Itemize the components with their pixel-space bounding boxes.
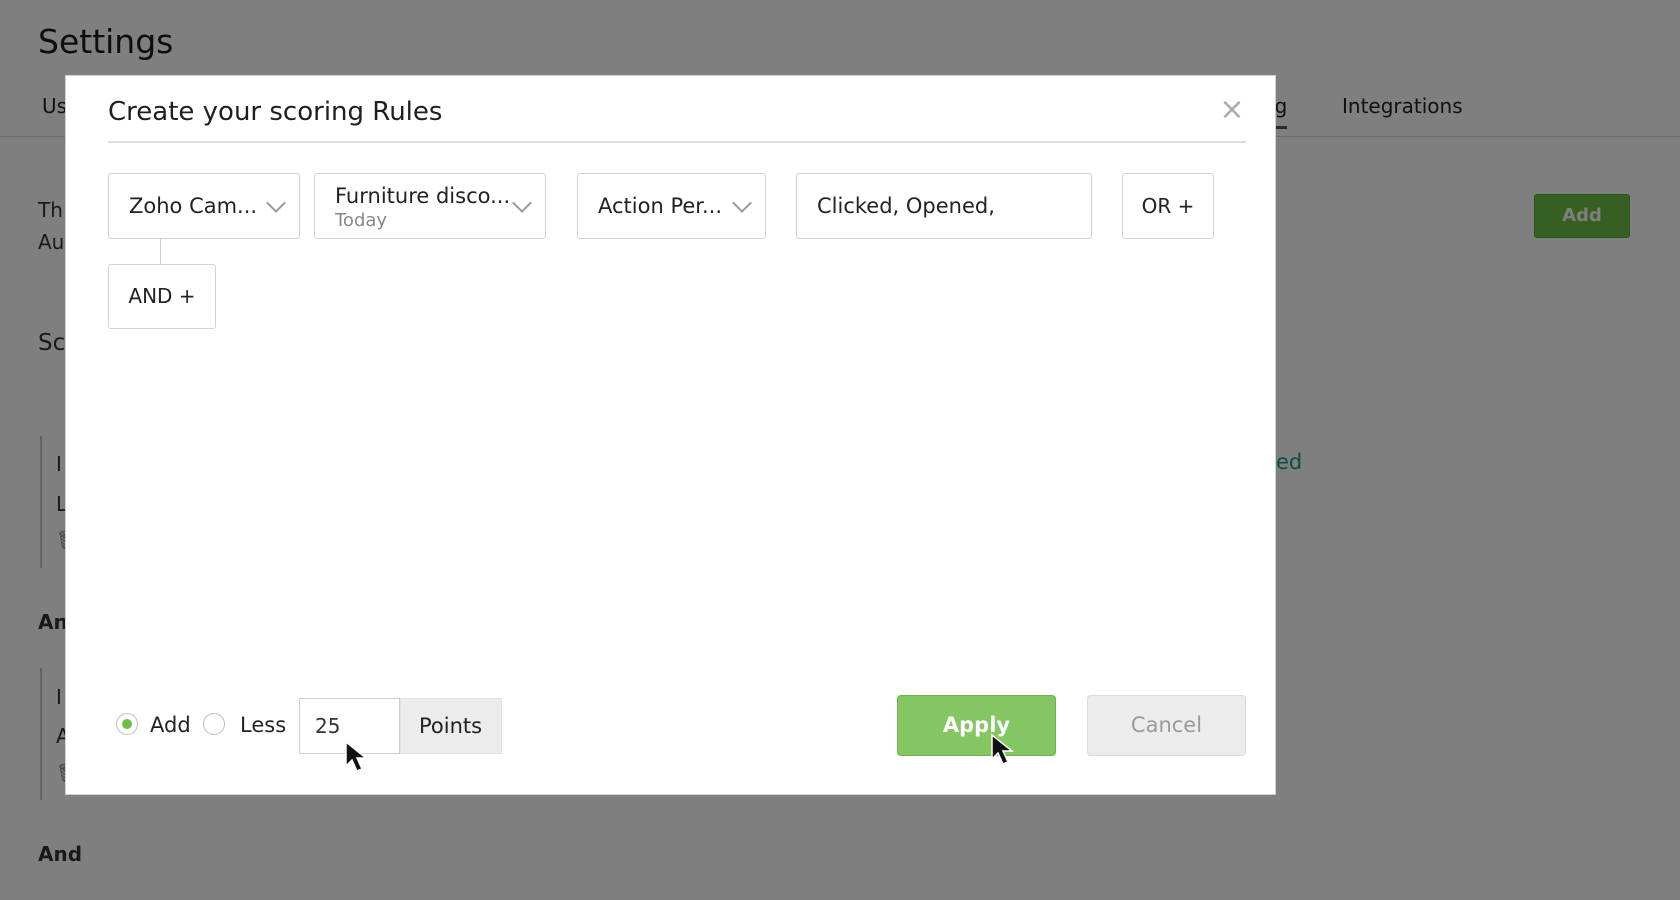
- chevron-down-icon: [732, 193, 752, 213]
- cancel-button[interactable]: Cancel: [1087, 695, 1246, 756]
- or-condition-button[interactable]: OR +: [1122, 173, 1214, 239]
- source-select-value: Zoho Cam...: [129, 194, 258, 218]
- campaign-select[interactable]: Furniture disco... Today: [314, 173, 546, 239]
- chevron-down-icon: [266, 193, 286, 213]
- chevron-down-icon: [512, 193, 532, 213]
- points-input[interactable]: [299, 698, 400, 754]
- add-radio[interactable]: [116, 713, 138, 735]
- points-unit-label: Points: [400, 698, 502, 754]
- modal-header: Create your scoring Rules ×: [108, 76, 1246, 143]
- less-radio[interactable]: [203, 713, 225, 735]
- scoring-rules-modal: Create your scoring Rules × Zoho Cam... …: [65, 75, 1276, 795]
- action-select[interactable]: Action Per...: [577, 173, 766, 239]
- campaign-select-value: Furniture disco...: [335, 184, 511, 208]
- action-values-field[interactable]: Clicked, Opened,: [796, 173, 1092, 239]
- condition-connector: [160, 239, 161, 264]
- modal-title: Create your scoring Rules: [108, 97, 443, 127]
- action-select-value: Action Per...: [598, 194, 723, 218]
- action-values-text: Clicked, Opened,: [817, 194, 995, 218]
- less-radio-label[interactable]: Less: [240, 713, 286, 737]
- apply-button[interactable]: Apply: [897, 695, 1056, 756]
- add-radio-label[interactable]: Add: [150, 713, 191, 737]
- and-condition-button[interactable]: AND +: [108, 264, 216, 329]
- close-icon[interactable]: ×: [1218, 95, 1246, 125]
- campaign-select-subtext: Today: [335, 210, 388, 231]
- source-select[interactable]: Zoho Cam...: [108, 173, 300, 239]
